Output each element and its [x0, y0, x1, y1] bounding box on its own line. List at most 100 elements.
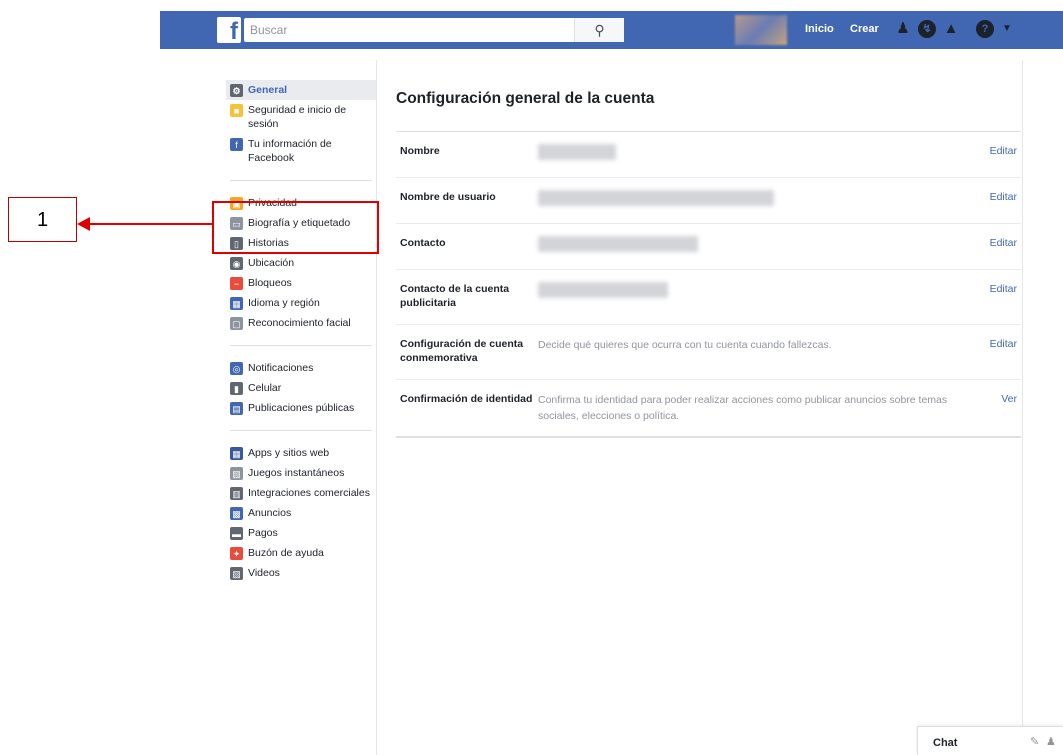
sidebar-item[interactable]: ⚙ General: [226, 80, 376, 100]
blurred-text: [538, 236, 698, 252]
face-icon: ▢: [230, 317, 243, 330]
blurred-text: [538, 144, 616, 160]
sidebar-item-label: Bloqueos: [248, 277, 292, 289]
sidebar-separator: [230, 430, 372, 431]
business-icon: ▥: [230, 487, 243, 500]
top-navigation-bar: f Buscar ⚲ Inicio Crear ♟ ↯ ▲ ? ▼: [160, 11, 1063, 49]
facebook-logo[interactable]: f: [217, 17, 241, 43]
sidebar-item-label: Tu información de Facebook: [248, 138, 332, 164]
sidebar-item[interactable]: ◉ Ubicación: [226, 253, 376, 273]
location-icon: ◉: [230, 257, 243, 270]
right-divider: [1022, 60, 1023, 755]
sidebar-item-label: Notificaciones: [248, 362, 314, 374]
sidebar-item[interactable]: ▦ Idioma y región: [226, 293, 376, 313]
sidebar-divider: [376, 60, 377, 755]
chat-label: Chat: [933, 737, 958, 749]
search-input[interactable]: Buscar: [244, 18, 624, 42]
sidebar-item-label: Anuncios: [248, 507, 292, 519]
compose-icon[interactable]: ✎: [1030, 735, 1039, 748]
settings-row[interactable]: Configuración de cuenta conmemorativa Dec…: [396, 325, 1021, 380]
sidebar-item-label: Idioma y región: [248, 297, 320, 309]
sidebar-item[interactable]: ▮ Celular: [226, 378, 376, 398]
settings-row-label: Confirmación de identidad: [400, 393, 533, 405]
sidebar-item[interactable]: − Bloqueos: [226, 273, 376, 293]
game-icon: ▧: [230, 467, 243, 480]
annotation-arrow-line: [88, 223, 212, 225]
sidebar-item-label: Seguridad e inicio de sesión: [248, 104, 347, 130]
sidebar-separator: [230, 345, 372, 346]
sidebar-item[interactable]: ▦ Apps y sitios web: [226, 443, 376, 463]
settings-row-label: Nombre de usuario: [400, 191, 496, 203]
edit-link[interactable]: Editar: [971, 236, 1017, 250]
blurred-text: [538, 282, 668, 298]
sidebar-item-label: Reconocimiento facial: [248, 317, 351, 329]
messenger-icon[interactable]: ↯: [918, 20, 936, 38]
settings-row[interactable]: Contacto Editar: [396, 224, 1021, 270]
language-icon: ▦: [230, 297, 243, 310]
sidebar-item-label: Ubicación: [248, 257, 295, 269]
chat-bar[interactable]: Chat ✎ ♟: [917, 726, 1063, 755]
settings-row-label: Contacto: [400, 237, 446, 249]
help-icon[interactable]: ?: [976, 20, 994, 38]
main-content: Configuración general de la cuenta Nombr…: [396, 80, 1021, 438]
sidebar-item-label: General: [248, 84, 288, 96]
sidebar-item[interactable]: ▢ Reconocimiento facial: [226, 313, 376, 333]
gear-icon: ⚙: [230, 84, 243, 97]
search-button[interactable]: ⚲: [574, 18, 624, 42]
edit-link[interactable]: Editar: [971, 282, 1017, 296]
lifebuoy-icon: ✦: [230, 547, 243, 560]
sidebar-item[interactable]: ▨ Videos: [226, 563, 376, 583]
settings-row-value: Confirma tu identidad para poder realiza…: [538, 394, 948, 422]
sidebar-item[interactable]: ■ Seguridad e inicio de sesión: [226, 100, 376, 134]
blurred-text: [538, 190, 774, 206]
contacts-icon[interactable]: ♟: [1046, 735, 1056, 748]
edit-link[interactable]: Ver: [971, 392, 1017, 406]
sidebar-item-label: Videos: [248, 567, 280, 579]
sidebar-item-label: Pagos: [248, 527, 278, 539]
apps-icon: ▦: [230, 447, 243, 460]
sidebar-item-label: Publicaciones públicas: [248, 402, 355, 414]
settings-row-value: Decide qué quieres que ocurra con tu cue…: [538, 339, 832, 351]
sidebar-separator: [230, 180, 372, 181]
sidebar-item[interactable]: ▤ Publicaciones públicas: [226, 398, 376, 418]
block-icon: −: [230, 277, 243, 290]
rss-icon: ▤: [230, 402, 243, 415]
settings-row[interactable]: Contacto de la cuenta publicitaria Editar: [396, 270, 1021, 325]
settings-row[interactable]: Nombre Editar: [396, 132, 1021, 178]
sidebar-item[interactable]: ▬ Pagos: [226, 523, 376, 543]
create-link[interactable]: Crear: [850, 23, 879, 35]
notifications-icon[interactable]: ▲: [942, 20, 960, 38]
settings-row[interactable]: Nombre de usuario Editar: [396, 178, 1021, 224]
settings-row[interactable]: Confirmación de identidad Confirma tu ide…: [396, 380, 1021, 438]
sidebar-item[interactable]: ▥ Integraciones comerciales: [226, 483, 376, 503]
edit-link[interactable]: Editar: [971, 144, 1017, 158]
settings-row-label: Configuración de cuenta conmemorativa: [400, 338, 524, 364]
sidebar-item[interactable]: ▧ Juegos instantáneos: [226, 463, 376, 483]
ads-icon: ▩: [230, 507, 243, 520]
redacted-value: [538, 282, 971, 303]
card-icon: ▬: [230, 527, 243, 540]
settings-row-label: Nombre: [400, 145, 440, 157]
sidebar-item[interactable]: ◎ Notificaciones: [226, 358, 376, 378]
sidebar-item-label: Juegos instantáneos: [248, 467, 345, 479]
sidebar-item-label: Integraciones comerciales: [248, 487, 370, 499]
edit-link[interactable]: Editar: [971, 190, 1017, 204]
sidebar-item-label: Buzón de ayuda: [248, 547, 324, 559]
edit-link[interactable]: Editar: [971, 337, 1017, 351]
home-link[interactable]: Inicio: [805, 23, 834, 35]
video-icon: ▨: [230, 567, 243, 580]
page-title: Configuración general de la cuenta: [396, 80, 1021, 132]
annotation-highlight-box: [212, 201, 379, 254]
friend-requests-icon[interactable]: ♟: [894, 20, 912, 38]
settings-table: Nombre Editar Nombre de usuario Editar Conta…: [396, 132, 1021, 438]
chevron-down-icon[interactable]: ▼: [1002, 23, 1012, 34]
redacted-value: [538, 190, 971, 211]
profile-avatar[interactable]: [735, 15, 787, 45]
search-icon: ⚲: [594, 22, 605, 38]
sidebar-item[interactable]: f Tu información de Facebook: [226, 134, 376, 168]
sidebar-item-label: Apps y sitios web: [248, 447, 330, 459]
facebook-icon: f: [230, 138, 243, 151]
sidebar-item[interactable]: ✦ Buzón de ayuda: [226, 543, 376, 563]
sidebar-item-label: Celular: [248, 382, 282, 394]
sidebar-item[interactable]: ▩ Anuncios: [226, 503, 376, 523]
